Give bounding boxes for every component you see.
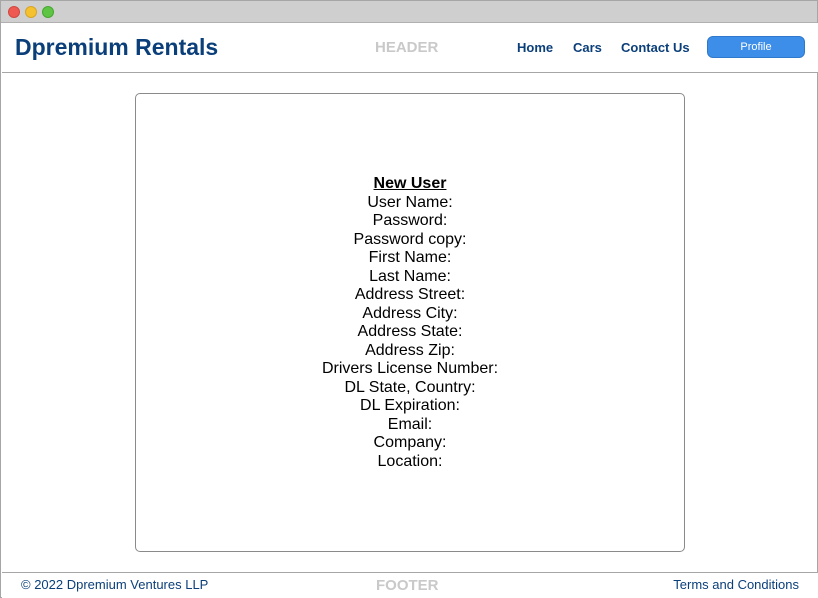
browser-window: Dpremium Rentals HEADER Home Cars Contac… xyxy=(0,0,818,598)
field-label-password: Password: xyxy=(372,212,448,229)
field-label-address-street: Address Street: xyxy=(354,286,466,303)
form-title: New User xyxy=(373,175,447,192)
title-bar xyxy=(1,1,817,23)
field-label-dl-expiration: DL Expiration: xyxy=(360,397,460,414)
field-label-company: Company: xyxy=(373,434,447,451)
field-label-email: Email: xyxy=(387,415,433,433)
site-footer: © 2022 Dpremium Ventures LLP FOOTER Term… xyxy=(2,572,818,598)
field-label-first-name: First Name: xyxy=(368,249,452,266)
copyright-text: © 2022 Dpremium Ventures LLP xyxy=(21,577,209,592)
new-user-form: New User User Name: Password: Password c… xyxy=(136,175,684,471)
field-label-address-city: Address City: xyxy=(362,304,458,322)
nav-cars-link[interactable]: Cars xyxy=(573,40,602,55)
terms-link[interactable]: Terms and Conditions xyxy=(673,577,799,592)
site-header: Dpremium Rentals HEADER Home Cars Contac… xyxy=(2,23,818,73)
field-label-user-name: User Name: xyxy=(367,193,453,211)
field-label-drivers-license-number: Drivers License Number: xyxy=(321,360,499,377)
field-label-address-zip: Address Zip: xyxy=(365,341,455,359)
profile-button[interactable]: Profile xyxy=(707,36,805,58)
footer-placeholder-label: FOOTER xyxy=(376,577,439,594)
new-user-form-panel: New User User Name: Password: Password c… xyxy=(135,93,685,552)
field-label-address-state: Address State: xyxy=(357,323,463,340)
field-label-dl-state-country: DL State, Country: xyxy=(344,378,476,396)
header-placeholder-label: HEADER xyxy=(375,39,439,56)
close-window-icon[interactable] xyxy=(8,6,20,18)
field-label-location: Location: xyxy=(377,452,443,470)
brand-logo-text[interactable]: Dpremium Rentals xyxy=(15,34,218,61)
field-label-last-name: Last Name: xyxy=(369,267,451,285)
minimize-window-icon[interactable] xyxy=(25,6,37,18)
nav-home-link[interactable]: Home xyxy=(517,40,553,55)
maximize-window-icon[interactable] xyxy=(42,6,54,18)
field-label-password-copy: Password copy: xyxy=(353,230,467,248)
nav-contact-link[interactable]: Contact Us xyxy=(621,40,690,55)
